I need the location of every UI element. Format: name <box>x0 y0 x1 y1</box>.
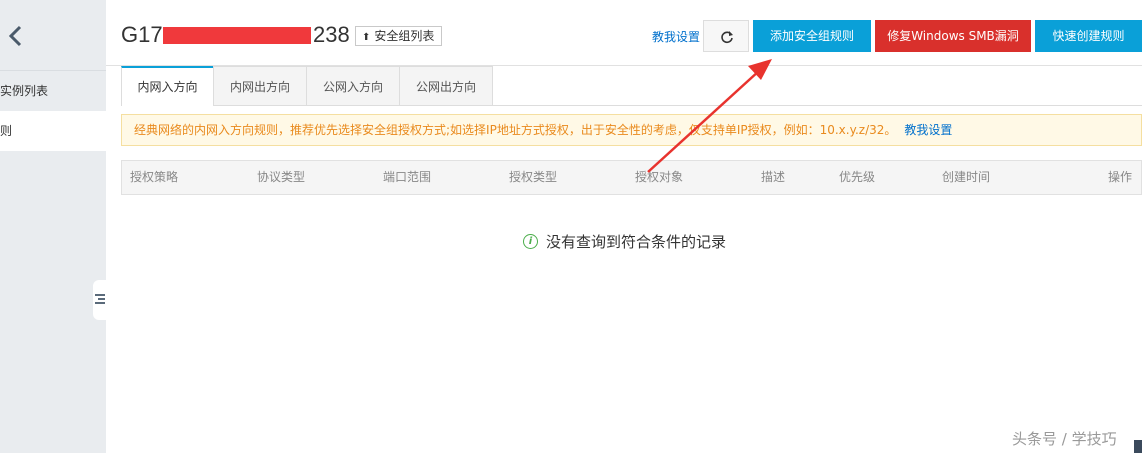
watermark: 头条号 / 学技巧 <box>1012 430 1117 448</box>
corner-mark <box>1134 440 1142 453</box>
notice-text: 经典网络的内网入方向规则，推荐优先选择安全组授权方式;如选择IP地址方式授权，出… <box>134 123 897 137</box>
list-collapse-icon <box>95 294 105 304</box>
teach-me-link[interactable]: 教我设置 <box>652 28 700 45</box>
add-security-group-rule-button[interactable]: 添加安全组规则 <box>753 20 871 52</box>
tab-intranet-outbound[interactable]: 内网出方向 <box>213 66 307 106</box>
tab-intranet-inbound[interactable]: 内网入方向 <box>121 66 214 106</box>
table-header: 授权策略 协议类型 端口范围 授权类型 授权对象 描述 优先级 创建时间 操作 <box>121 160 1142 195</box>
refresh-icon <box>721 31 733 44</box>
column-header: 授权类型 <box>509 170 558 184</box>
arrow-up-icon: ⬆ <box>362 32 371 43</box>
security-group-rules-page: 的实例列表 规则 G17 238 ⬆安全组列表 教我设置 添加安全组规则 修复W… <box>0 0 1142 453</box>
back-button[interactable] <box>0 0 106 70</box>
security-group-list-label: 安全组列表 <box>374 29 435 43</box>
sidebar-item-label: 规则 <box>0 124 13 138</box>
sidebar-item-instance-list[interactable]: 的实例列表 <box>0 71 106 111</box>
sidebar-collapse-handle[interactable] <box>93 280 106 320</box>
column-header: 端口范围 <box>383 170 432 184</box>
sidebar-item-label: 的实例列表 <box>0 84 49 98</box>
column-header: 创建时间 <box>942 170 991 184</box>
tab-internet-outbound[interactable]: 公网出方向 <box>399 66 493 106</box>
page-title-suffix: 238 <box>311 22 350 48</box>
tab-internet-inbound[interactable]: 公网入方向 <box>306 66 400 106</box>
column-header: 协议类型 <box>257 170 306 184</box>
tabs-divider <box>214 105 1142 106</box>
notice-teach-link[interactable]: 教我设置 <box>904 123 952 137</box>
security-group-list-button[interactable]: ⬆ 安全组列表 <box>355 26 443 46</box>
empty-state-text: 没有查询到符合条件的记录 <box>546 233 727 251</box>
chevron-left-icon <box>8 25 22 47</box>
page-title: G17 <box>121 22 163 47</box>
sidebar: 的实例列表 规则 <box>0 0 106 453</box>
column-header: 操作 <box>1108 170 1133 184</box>
column-header: 授权对象 <box>635 170 684 184</box>
redaction-bar <box>163 27 327 44</box>
column-header: 优先级 <box>839 170 876 184</box>
refresh-button[interactable] <box>703 20 749 52</box>
column-header: 描述 <box>761 170 786 184</box>
notice-banner: 经典网络的内网入方向规则，推荐优先选择安全组授权方式;如选择IP地址方式授权，出… <box>121 114 1142 146</box>
info-icon: i <box>523 234 538 249</box>
column-header: 授权策略 <box>130 170 179 184</box>
sidebar-item-rules[interactable]: 规则 <box>0 111 106 151</box>
fix-windows-smb-button[interactable]: 修复Windows SMB漏洞 <box>875 20 1031 52</box>
quick-create-rule-button[interactable]: 快速创建规则 <box>1035 20 1142 52</box>
